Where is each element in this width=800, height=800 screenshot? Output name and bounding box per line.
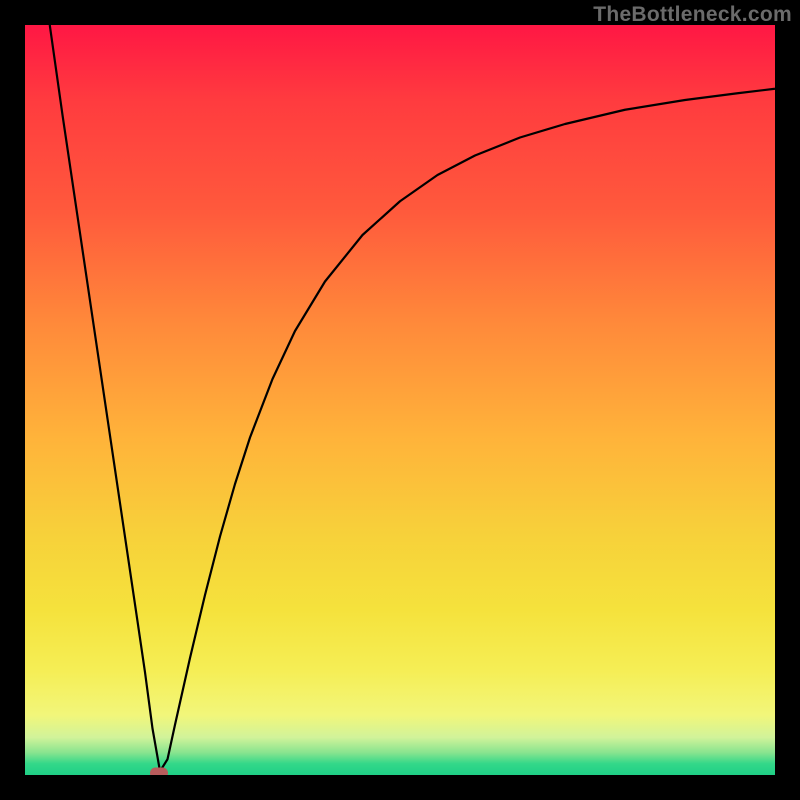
curve-right-branch	[160, 89, 775, 772]
plot-area	[25, 25, 775, 775]
optimum-marker	[150, 767, 168, 775]
bottleneck-curve	[25, 25, 775, 775]
watermark-text: TheBottleneck.com	[593, 3, 792, 27]
chart-frame: TheBottleneck.com	[0, 0, 800, 800]
curve-left-branch	[50, 25, 160, 771]
